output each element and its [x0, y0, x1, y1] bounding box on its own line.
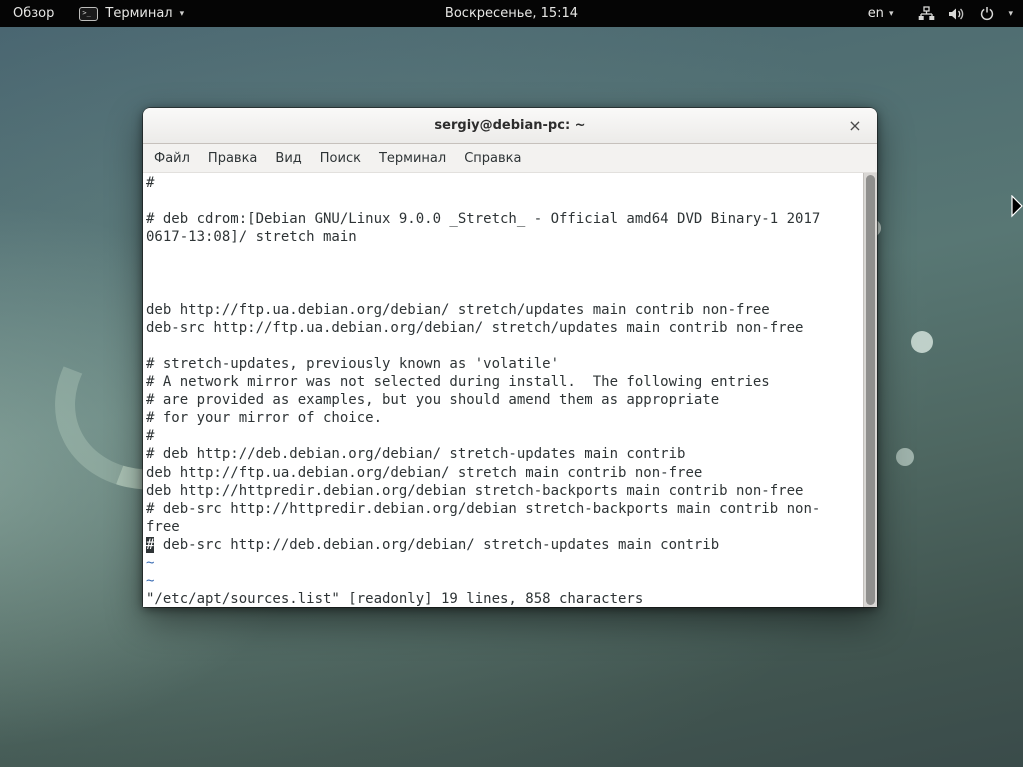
terminal-line: # for your mirror of choice.	[146, 409, 864, 427]
menu-bar: ФайлПравкаВидПоискТерминалСправка	[143, 144, 877, 173]
app-menu-terminal[interactable]: >_ Терминал ▾	[67, 0, 196, 27]
terminal-line: # deb cdrom:[Debian GNU/Linux 9.0.0 _Str…	[146, 210, 864, 228]
menu-item-view[interactable]: Вид	[266, 147, 310, 170]
window-titlebar[interactable]: sergiy@debian-pc: ~ ×	[143, 108, 877, 144]
menu-item-file[interactable]: Файл	[145, 147, 199, 170]
terminal-line: deb http://httpredir.debian.org/debian s…	[146, 482, 864, 500]
terminal-line: deb http://ftp.ua.debian.org/debian/ str…	[146, 464, 864, 482]
vim-tilde-line: ~	[146, 572, 864, 590]
terminal-line	[146, 246, 864, 264]
menu-item-search[interactable]: Поиск	[311, 147, 370, 170]
terminal-line: deb-src http://ftp.ua.debian.org/debian/…	[146, 319, 864, 337]
terminal-line: deb http://ftp.ua.debian.org/debian/ str…	[146, 301, 864, 319]
menu-item-edit[interactable]: Правка	[199, 147, 266, 170]
terminal-line: free	[146, 518, 864, 536]
menu-item-help[interactable]: Справка	[455, 147, 530, 170]
terminal-line: # A network mirror was not selected duri…	[146, 373, 864, 391]
menu-item-terminal[interactable]: Терминал	[370, 147, 455, 170]
terminal-line	[146, 337, 864, 355]
system-menu-chevron-icon[interactable]: ▾	[1008, 9, 1013, 19]
terminal-line	[146, 192, 864, 210]
keyboard-layout-label: en	[868, 6, 884, 21]
terminal-line: #	[146, 174, 864, 192]
mouse-cursor	[1011, 195, 1023, 223]
terminal-line: # deb-src http://httpredir.debian.org/de…	[146, 500, 864, 518]
activities-label: Обзор	[13, 6, 54, 21]
gnome-top-bar: Обзор >_ Терминал ▾ Воскресенье, 15:14 e…	[0, 0, 1023, 27]
terminal-line: # deb-src http://deb.debian.org/debian/ …	[146, 536, 864, 554]
wallpaper-dot	[896, 448, 914, 466]
vim-block-cursor: #	[146, 537, 154, 553]
network-icon[interactable]	[918, 6, 935, 22]
chevron-down-icon: ▾	[180, 9, 185, 19]
terminal-app-icon: >_	[79, 7, 98, 21]
terminal-window: sergiy@debian-pc: ~ × ФайлПравкаВидПоиск…	[143, 108, 877, 607]
terminal-line: 0617-13:08]/ stretch main	[146, 228, 864, 246]
terminal-screen-area: # # deb cdrom:[Debian GNU/Linux 9.0.0 _S…	[143, 173, 877, 607]
terminal-line	[146, 264, 864, 282]
vim-status-line: "/etc/apt/sources.list" [readonly] 19 li…	[146, 590, 864, 607]
scrollbar[interactable]	[863, 173, 877, 607]
terminal-screen[interactable]: # # deb cdrom:[Debian GNU/Linux 9.0.0 _S…	[143, 173, 864, 607]
terminal-line	[146, 283, 864, 301]
terminal-line: #	[146, 427, 864, 445]
chevron-down-icon: ▾	[889, 9, 894, 19]
volume-icon[interactable]	[948, 6, 966, 22]
keyboard-layout-indicator[interactable]: en ▾	[868, 6, 894, 21]
app-menu-label: Терминал	[105, 6, 172, 21]
close-button[interactable]: ×	[841, 108, 869, 143]
terminal-line: # stretch-updates, previously known as '…	[146, 355, 864, 373]
vim-tilde-line: ~	[146, 554, 864, 572]
window-title: sergiy@debian-pc: ~	[434, 118, 585, 133]
clock-label: Воскресенье, 15:14	[445, 6, 578, 21]
scrollbar-thumb[interactable]	[866, 175, 875, 605]
terminal-line: # deb http://deb.debian.org/debian/ stre…	[146, 445, 864, 463]
terminal-line: # are provided as examples, but you shou…	[146, 391, 864, 409]
clock-button[interactable]: Воскресенье, 15:14	[445, 0, 578, 27]
activities-button[interactable]: Обзор	[0, 0, 67, 27]
wallpaper-dot	[911, 331, 933, 353]
power-icon[interactable]	[979, 6, 995, 22]
